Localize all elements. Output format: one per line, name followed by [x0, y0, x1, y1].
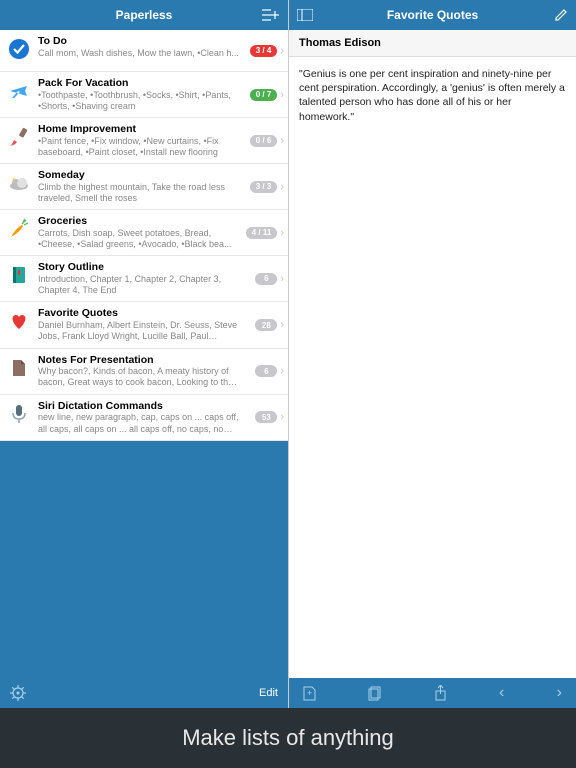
list-subtitle: Introduction, Chapter 1, Chapter 2, Chap…	[38, 274, 240, 297]
chevron-right-icon: ›	[280, 181, 284, 193]
settings-button[interactable]	[10, 685, 26, 701]
carrot-icon	[6, 216, 32, 242]
book-icon	[6, 262, 32, 288]
count-badge: 0 / 6	[250, 135, 278, 147]
list-subtitle: •Paint fence, •Fix window, •New curtains…	[38, 136, 240, 159]
chevron-right-icon: ›	[280, 89, 284, 101]
detail-title: Favorite Quotes	[387, 8, 478, 22]
airplane-icon	[6, 78, 32, 104]
right-toolbar: + ‹ ›	[289, 678, 576, 708]
list-title: Siri Dictation Commands	[38, 400, 240, 413]
count-badge: 3 / 3	[250, 181, 278, 193]
app-title: Paperless	[116, 8, 173, 22]
document-icon	[6, 355, 32, 381]
compose-button[interactable]	[554, 8, 568, 22]
list-subtitle: •Toothpaste, •Toothbrush, •Socks, •Shirt…	[38, 90, 240, 113]
count-badge: 6	[255, 273, 277, 285]
svg-text:+: +	[307, 688, 312, 698]
list-subtitle: Call mom, Wash dishes, Mow the lawn, •Cl…	[38, 48, 240, 59]
count-badge: 28	[255, 319, 277, 331]
list-subtitle: Why bacon?, Kinds of bacon, A meaty hist…	[38, 366, 240, 389]
edit-button[interactable]: Edit	[259, 687, 278, 699]
list-item[interactable]: To DoCall mom, Wash dishes, Mow the lawn…	[0, 30, 288, 72]
left-navbar: Paperless	[0, 0, 288, 30]
list-subtitle: Climb the highest mountain, Take the roa…	[38, 182, 240, 205]
list-item[interactable]: Pack For Vacation•Toothpaste, •Toothbrus…	[0, 72, 288, 118]
share-button[interactable]	[434, 685, 447, 701]
prev-button[interactable]: ‹	[499, 684, 504, 702]
lists-container: To DoCall mom, Wash dishes, Mow the lawn…	[0, 30, 288, 441]
chevron-right-icon: ›	[280, 227, 284, 239]
list-title: Home Improvement	[38, 123, 240, 136]
list-item[interactable]: GroceriesCarrots, Dish soap, Sweet potat…	[0, 210, 288, 256]
new-note-button[interactable]: +	[303, 686, 316, 701]
list-title: To Do	[38, 35, 240, 48]
empty-area	[0, 441, 288, 678]
marketing-caption: Make lists of anything	[0, 708, 576, 768]
copy-button[interactable]	[368, 686, 381, 701]
quote-author: Thomas Edison	[289, 30, 576, 57]
chevron-right-icon: ›	[280, 319, 284, 331]
next-button[interactable]: ›	[557, 684, 562, 702]
list-item[interactable]: SomedayClimb the highest mountain, Take …	[0, 164, 288, 210]
list-title: Story Outline	[38, 261, 240, 274]
list-item[interactable]: Siri Dictation Commandsnew line, new par…	[0, 395, 288, 441]
checkmark-icon	[6, 36, 32, 62]
empty-area	[289, 134, 576, 678]
list-subtitle: Carrots, Dish soap, Sweet potatoes, Brea…	[38, 228, 240, 251]
list-title: Someday	[38, 169, 240, 182]
cloud-icon	[6, 170, 32, 196]
count-badge: 4 / 11	[246, 227, 278, 239]
list-item[interactable]: Favorite QuotesDaniel Burnham, Albert Ei…	[0, 302, 288, 348]
count-badge: 53	[255, 411, 277, 423]
list-item[interactable]: Home Improvement•Paint fence, •Fix windo…	[0, 118, 288, 164]
chevron-right-icon: ›	[280, 411, 284, 423]
list-title: Groceries	[38, 215, 240, 228]
list-title: Pack For Vacation	[38, 77, 240, 90]
list-title: Notes For Presentation	[38, 354, 240, 367]
list-subtitle: Daniel Burnham, Albert Einstein, Dr. Seu…	[38, 320, 240, 343]
paintbrush-icon	[6, 124, 32, 150]
heart-icon	[6, 308, 32, 334]
list-item[interactable]: Notes For PresentationWhy bacon?, Kinds …	[0, 349, 288, 395]
count-badge: 0 / 7	[250, 89, 278, 101]
chevron-right-icon: ›	[280, 45, 284, 57]
quote-text: "Genius is one per cent inspiration and …	[289, 57, 576, 134]
left-toolbar: Edit	[0, 678, 288, 708]
count-badge: 6	[255, 365, 277, 377]
list-item[interactable]: Story OutlineIntroduction, Chapter 1, Ch…	[0, 256, 288, 302]
list-subtitle: new line, new paragraph, cap, caps on ..…	[38, 412, 240, 435]
microphone-icon	[6, 401, 32, 427]
chevron-right-icon: ›	[280, 135, 284, 147]
chevron-right-icon: ›	[280, 365, 284, 377]
count-badge: 3 / 4	[250, 45, 278, 57]
list-title: Favorite Quotes	[38, 307, 240, 320]
chevron-right-icon: ›	[280, 273, 284, 285]
add-list-button[interactable]	[262, 8, 280, 22]
right-navbar: Favorite Quotes	[289, 0, 576, 30]
sidebar-toggle-button[interactable]	[297, 9, 313, 21]
